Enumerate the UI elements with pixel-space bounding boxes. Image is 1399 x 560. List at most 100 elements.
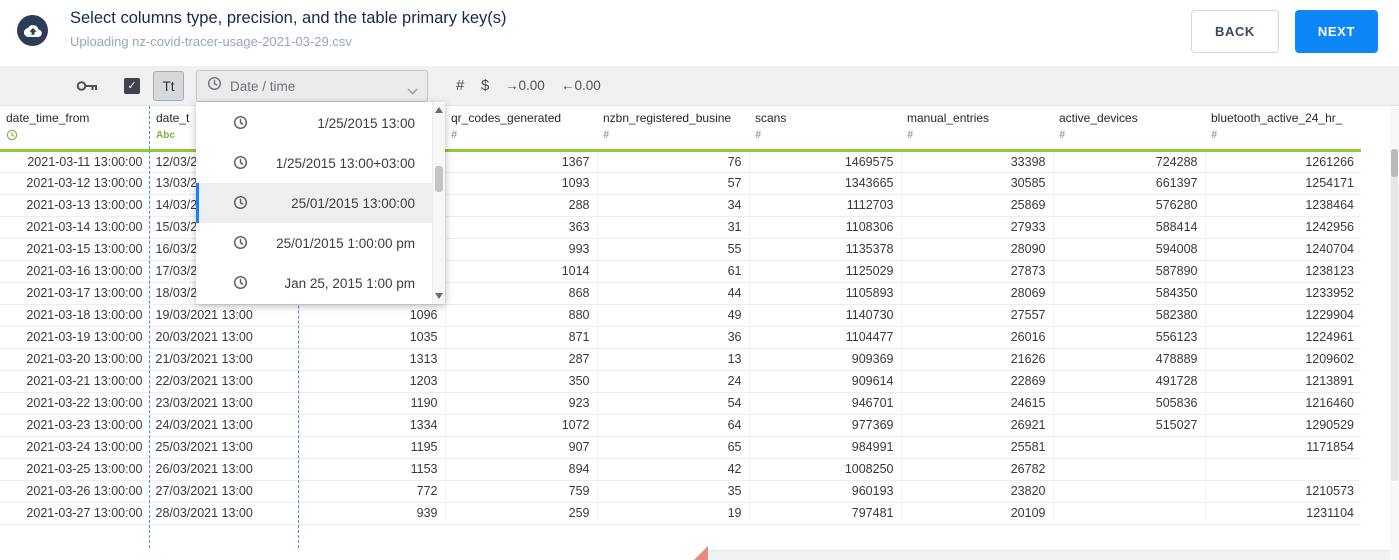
dropdown-scrollbar[interactable] <box>432 102 445 304</box>
table-cell: 871 <box>445 326 598 349</box>
table-cell: 1224961 <box>1205 326 1361 349</box>
column-header-manual_entries[interactable]: manual_entries # <box>901 106 1053 152</box>
table-cell: 907 <box>445 436 598 459</box>
column-type-indicator: # <box>1211 129 1218 141</box>
column-header-active_devices[interactable]: active_devices # <box>1053 106 1205 152</box>
table-cell: 24615 <box>901 392 1054 415</box>
format-option[interactable]: 1/25/2015 13:00+03:00 <box>196 143 432 183</box>
table-cell: 1153 <box>299 458 446 481</box>
table-cell: 350 <box>445 370 598 393</box>
table-cell: 797481 <box>749 502 902 525</box>
clock-icon <box>233 114 248 132</box>
table-cell: 1112703 <box>749 194 902 217</box>
horizontal-scrollbar[interactable] <box>709 550 1390 560</box>
table-cell: 61 <box>597 260 750 283</box>
primary-key-icon[interactable] <box>76 79 98 98</box>
table-row: 2021-03-24 13:00:00 25/03/2021 13:00 1195 9… <box>0 436 1361 459</box>
table-cell: 1096 <box>299 304 446 327</box>
table-cell: 1334 <box>299 414 446 437</box>
table-cell: 1216460 <box>1205 392 1361 415</box>
number-type-button[interactable]: # <box>456 77 464 94</box>
column-name: date_time_from <box>6 111 90 125</box>
column-name: qr_codes_generated <box>451 111 562 125</box>
scroll-down-arrow-icon[interactable] <box>435 293 443 299</box>
column-name: nzbn_registered_busine <box>603 111 732 125</box>
table-cell: 49 <box>597 304 750 327</box>
table-cell: 1242956 <box>1205 216 1361 239</box>
column-header-bluetooth_active_24_hr_[interactable]: bluetooth_active_24_hr_ # <box>1205 106 1361 152</box>
table-cell: 984991 <box>749 436 902 459</box>
format-option[interactable]: 25/01/2015 1:00:00 pm <box>196 223 432 263</box>
datetime-type-select[interactable]: Date / time <box>196 70 428 102</box>
table-cell: 1135378 <box>749 238 902 261</box>
table-cell: 21/03/2021 13:00 <box>150 348 300 371</box>
table-cell: 30585 <box>901 172 1054 195</box>
table-cell: 2021-03-12 13:00:00 <box>0 172 151 195</box>
table-cell: 1072 <box>445 414 598 437</box>
scroll-up-arrow-icon[interactable] <box>435 107 443 113</box>
format-option[interactable]: Jan 25, 2015 1:00 pm <box>196 263 432 303</box>
overflow-warning-marker <box>694 546 708 560</box>
table-cell <box>1053 480 1206 503</box>
table-row: 2021-03-27 13:00:00 28/03/2021 13:00 939 25… <box>0 502 1361 525</box>
text-type-button[interactable]: Tt <box>153 71 184 101</box>
table-cell: 57 <box>597 172 750 195</box>
table-cell: 594008 <box>1053 238 1206 261</box>
column-type-indicator: # <box>755 129 762 141</box>
column-type-indicator: # <box>603 129 610 141</box>
vertical-scrollbar[interactable] <box>1390 107 1399 560</box>
column-header-date_time_from[interactable]: date_time_from <box>0 106 150 152</box>
table-row: 2021-03-18 13:00:00 19/03/2021 13:00 1096 8… <box>0 304 1361 327</box>
clock-icon <box>207 76 222 96</box>
table-cell: 20/03/2021 13:00 <box>150 326 300 349</box>
table-cell: 582380 <box>1053 304 1206 327</box>
table-cell: 24/03/2021 13:00 <box>150 414 300 437</box>
table-cell <box>1053 436 1206 459</box>
clock-icon <box>233 274 248 292</box>
column-header-nzbn_registered_busine[interactable]: nzbn_registered_busine # <box>597 106 749 152</box>
header-actions: BACK NEXT <box>1190 10 1378 53</box>
table-cell: 24 <box>597 370 750 393</box>
column-header-qr_codes_generated[interactable]: qr_codes_generated # <box>445 106 597 152</box>
table-cell: 27557 <box>901 304 1054 327</box>
table-cell: 22869 <box>901 370 1054 393</box>
table-cell: 27933 <box>901 216 1054 239</box>
clock-icon <box>233 194 248 212</box>
dropdown-scrollbar-thumb[interactable] <box>435 166 443 192</box>
table-cell: 1104477 <box>749 326 902 349</box>
table-cell: 2021-03-11 13:00:00 <box>0 150 151 173</box>
table-cell: 491728 <box>1053 370 1206 393</box>
table-cell: 2021-03-14 13:00:00 <box>0 216 151 239</box>
titles: Select columns type, precision, and the … <box>70 9 507 49</box>
table-cell: 2021-03-16 13:00:00 <box>0 260 151 283</box>
table-cell: 28069 <box>901 282 1054 305</box>
precision-decrease-button[interactable]: ←0.00 <box>561 78 601 93</box>
back-button[interactable]: BACK <box>1190 10 1279 53</box>
table-cell: 44 <box>597 282 750 305</box>
table-cell: 65 <box>597 436 750 459</box>
table-cell: 724288 <box>1053 150 1206 173</box>
precision-increase-button[interactable]: →0.00 <box>505 78 545 93</box>
next-button[interactable]: NEXT <box>1294 10 1378 53</box>
table-cell: 2021-03-18 13:00:00 <box>0 304 151 327</box>
table-cell: 576280 <box>1053 194 1206 217</box>
table-cell: 42 <box>597 458 750 481</box>
vertical-scrollbar-thumb[interactable] <box>1391 149 1398 177</box>
table-cell: 2021-03-20 13:00:00 <box>0 348 151 371</box>
currency-type-button[interactable]: $ <box>481 77 489 94</box>
table-cell: 2021-03-19 13:00:00 <box>0 326 151 349</box>
format-option[interactable]: 25/01/2015 13:00:00 <box>196 183 432 223</box>
include-column-checkbox[interactable]: ✓ <box>124 78 140 94</box>
column-header-scans[interactable]: scans # <box>749 106 901 152</box>
table-cell: 588414 <box>1053 216 1206 239</box>
table-cell: 894 <box>445 458 598 481</box>
table-cell <box>1205 458 1361 481</box>
csv-import-wizard: Select columns type, precision, and the … <box>0 0 1399 560</box>
format-option[interactable]: 1/25/2015 13:00 <box>196 103 432 143</box>
table-cell: 2021-03-25 13:00:00 <box>0 458 151 481</box>
table-cell: 1203 <box>299 370 446 393</box>
table-cell: 993 <box>445 238 598 261</box>
table-cell: 13 <box>597 348 750 371</box>
table-cell: 363 <box>445 216 598 239</box>
table-cell: 1008250 <box>749 458 902 481</box>
